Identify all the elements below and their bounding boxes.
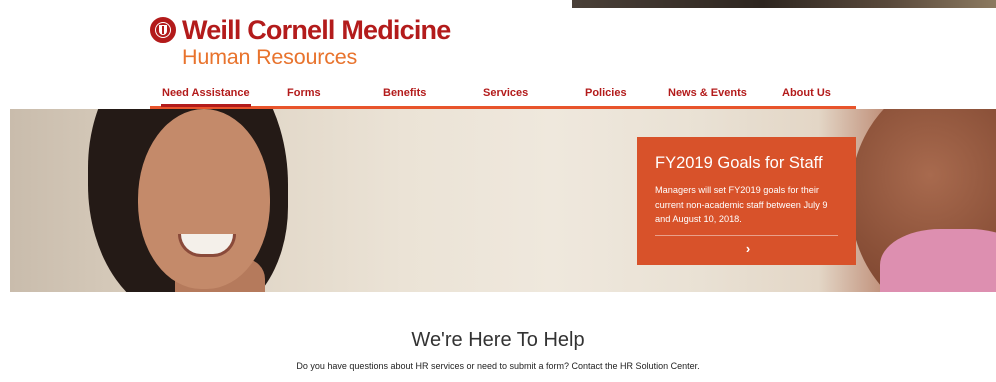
nav-services[interactable]: Services [483,87,528,99]
previous-hero-image-strip [572,0,996,8]
main-nav: Need Assistance Forms Benefits Services … [150,84,856,109]
nav-about-us[interactable]: About Us [782,87,831,99]
hero-callout: FY2019 Goals for Staff Managers will set… [637,137,856,265]
hero-photo-second-person-shirt [880,229,996,292]
chevron-right-icon[interactable]: › [741,241,755,257]
nav-benefits[interactable]: Benefits [383,87,426,99]
help-heading: We're Here To Help [411,329,585,351]
help-text: Do you have questions about HR services … [296,361,700,371]
logo-subtitle: Human Resources [182,45,358,69]
hero-photo-face [138,109,270,289]
nav-policies[interactable]: Policies [585,87,627,99]
nav-forms[interactable]: Forms [287,87,321,99]
callout-body: Managers will set FY2019 goals for their… [655,185,828,224]
callout-title: FY2019 Goals for Staff [655,154,823,172]
nav-need-assistance[interactable]: Need Assistance [161,87,251,107]
nav-news-events[interactable]: News & Events [668,87,747,99]
logo-title: Weill Cornell Medicine [182,15,451,45]
callout-divider [655,235,838,236]
seal-icon [150,17,176,43]
